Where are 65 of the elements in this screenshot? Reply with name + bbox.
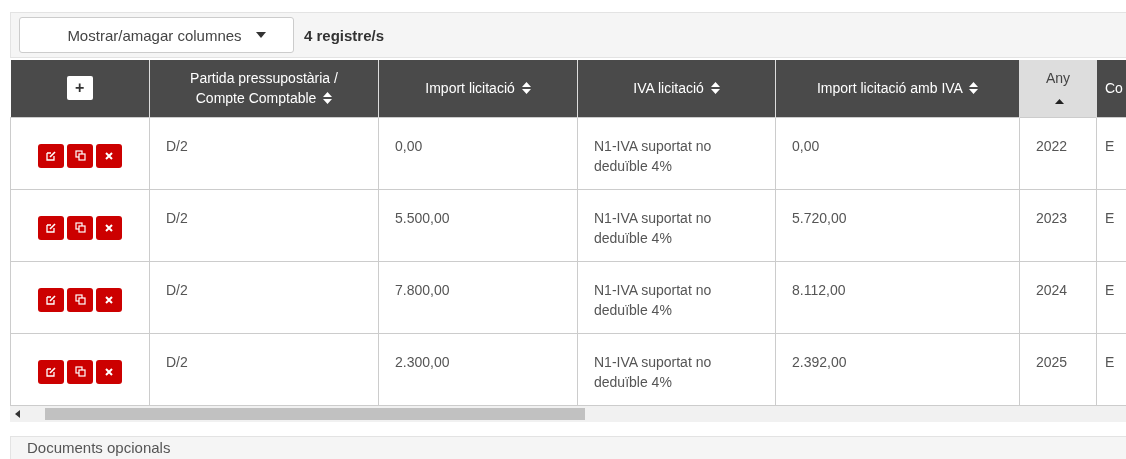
table-cell: D/2 — [166, 137, 188, 154]
table-cell: N1-IVA suportat no deduïble 4% — [594, 209, 712, 246]
table-cell: N1-IVA suportat no deduïble 4% — [594, 281, 712, 318]
delete-button[interactable] — [96, 215, 122, 240]
edit-button[interactable] — [38, 359, 64, 384]
column-header[interactable]: Import licitació — [378, 60, 578, 117]
copy-button[interactable] — [67, 143, 93, 168]
delete-button[interactable] — [96, 287, 122, 312]
close-icon — [105, 223, 113, 232]
close-icon — [105, 295, 113, 304]
table-cell: D/2 — [166, 353, 188, 370]
copy-button[interactable] — [67, 359, 93, 384]
close-icon — [105, 367, 113, 376]
table-cell: E — [1105, 209, 1115, 226]
edit-button[interactable] — [38, 215, 64, 240]
table-cell: 0,00 — [792, 137, 820, 154]
table-cell: 2025 — [1036, 353, 1068, 370]
sort-ascending-icon — [1055, 99, 1064, 105]
section-title: Documents opcionals — [27, 438, 171, 456]
caret-icon — [255, 32, 266, 38]
table-cell: N1-IVA suportat no deduïble 4% — [594, 353, 712, 390]
table-cell: E — [1105, 353, 1115, 370]
table-cell: 2.300,00 — [395, 353, 450, 370]
edit-icon — [46, 294, 56, 305]
left-arrow-icon — [15, 409, 20, 418]
table-cell: N1-IVA suportat no deduïble 4% — [594, 137, 712, 174]
edit-button[interactable] — [38, 143, 64, 168]
table-cell: 2024 — [1036, 281, 1068, 298]
table-cell: 0,00 — [395, 137, 423, 154]
table-cell: 8.112,00 — [792, 281, 846, 298]
table-cell: E — [1105, 281, 1115, 298]
table-cell: E — [1105, 137, 1115, 154]
copy-icon — [74, 222, 86, 233]
edit-icon — [46, 366, 56, 377]
copy-icon — [74, 294, 86, 305]
copy-icon — [74, 366, 86, 377]
edit-icon — [46, 222, 56, 233]
table-cell: 5.720,00 — [792, 209, 847, 226]
table-cell: D/2 — [166, 209, 188, 226]
record-count: 4 registre/s — [304, 26, 385, 44]
copy-button[interactable] — [67, 215, 93, 240]
sort-icon — [969, 82, 979, 95]
delete-button[interactable] — [96, 143, 122, 168]
table-cell: 2023 — [1036, 209, 1068, 226]
table-cell: 5.500,00 — [395, 209, 450, 226]
delete-button[interactable] — [96, 359, 122, 384]
table-cell: 7.800,00 — [395, 281, 450, 298]
column-header[interactable]: Co — [1096, 60, 1126, 117]
column-header[interactable]: IVA licitació — [577, 60, 776, 117]
column-header[interactable]: Any — [1019, 60, 1097, 117]
column-header[interactable]: Partida pressupostària / Compte Comptable — [149, 60, 379, 117]
copy-button[interactable] — [67, 287, 93, 312]
table-cell: 2.392,00 — [792, 353, 847, 370]
columns-dropdown[interactable]: Mostrar/amagar columnes — [19, 17, 294, 53]
edit-button[interactable] — [38, 287, 64, 312]
edit-icon — [46, 150, 56, 161]
table-cell: D/2 — [166, 281, 188, 298]
sort-icon — [521, 82, 531, 95]
sort-icon — [710, 82, 720, 95]
sort-icon — [323, 92, 333, 105]
column-header[interactable]: Import licitació amb IVA — [775, 60, 1020, 117]
add-row-button[interactable]: + — [66, 76, 93, 101]
close-icon — [105, 151, 113, 160]
copy-icon — [74, 150, 86, 161]
table-cell: 2022 — [1036, 137, 1068, 154]
